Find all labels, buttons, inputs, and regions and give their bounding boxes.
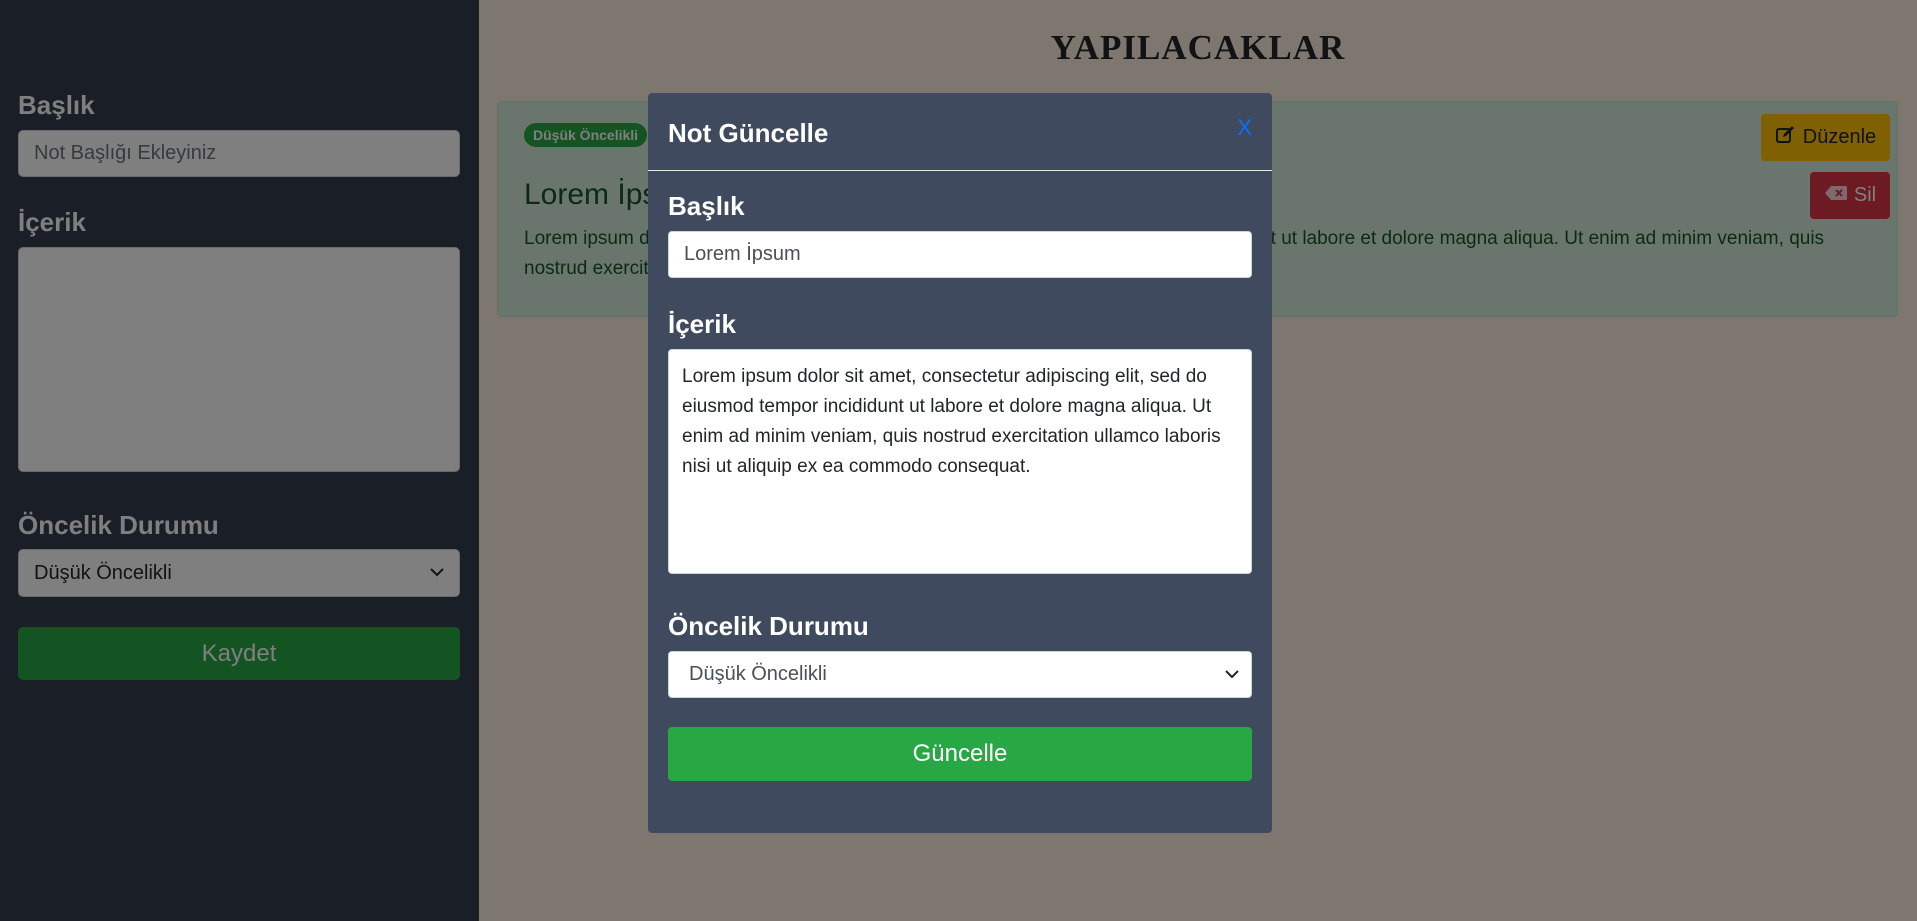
modal-priority-select-value: Düşük Öncelikli	[689, 663, 827, 685]
modal-title: Not Güncelle	[668, 118, 829, 148]
modal-content-label: İçerik	[668, 309, 736, 339]
modal-content-textarea[interactable]: Lorem ipsum dolor sit amet, consectetur …	[668, 349, 1252, 574]
update-button[interactable]: Güncelle	[668, 727, 1252, 781]
modal-header: Not Güncelle X	[648, 93, 1272, 171]
modal-priority-select[interactable]: Düşük Öncelikli	[668, 651, 1252, 698]
modal-priority-label: Öncelik Durumu	[668, 611, 869, 641]
modal-title-input-value: Lorem İpsum	[684, 243, 801, 265]
update-note-modal: Not Güncelle X Başlık Lorem İpsum İçerik…	[648, 93, 1272, 833]
modal-title-label: Başlık	[668, 191, 745, 221]
chevron-down-icon	[1225, 666, 1239, 684]
modal-title-input[interactable]: Lorem İpsum	[668, 231, 1252, 278]
close-button[interactable]: X	[1237, 115, 1252, 141]
